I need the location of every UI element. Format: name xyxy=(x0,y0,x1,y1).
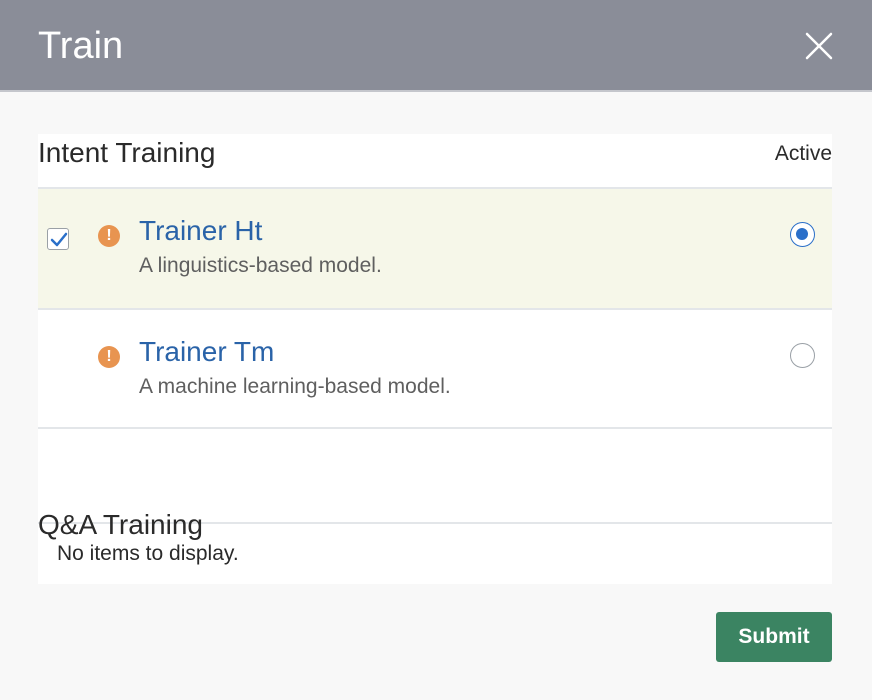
trainer-name[interactable]: Trainer Tm xyxy=(139,335,274,369)
dialog-body: Intent Training Active ! Trainer Ht A li… xyxy=(0,94,872,700)
trainer-description: A machine learning-based model. xyxy=(139,375,451,398)
trainer-row[interactable]: ! Trainer Ht A linguistics-based model. xyxy=(38,189,832,310)
active-column-label: Active xyxy=(774,142,832,165)
qa-training-header: Q&A Training xyxy=(38,472,832,540)
active-radio[interactable] xyxy=(790,343,815,368)
empty-message: No items to display. xyxy=(57,542,239,565)
trainer-description: A linguistics-based model. xyxy=(139,254,382,277)
dialog-title: Train xyxy=(38,25,124,67)
submit-button[interactable]: Submit xyxy=(716,612,832,662)
qa-training-title: Q&A Training xyxy=(38,509,203,540)
dialog-header: Train xyxy=(0,0,872,92)
active-radio[interactable] xyxy=(790,222,815,247)
checkmark-icon xyxy=(50,232,68,247)
trainer-row[interactable]: ! Trainer Tm A machine learning-based mo… xyxy=(38,310,832,429)
close-icon[interactable] xyxy=(803,30,835,62)
warning-icon: ! xyxy=(98,346,120,368)
intent-training-section: Intent Training Active ! Trainer Ht A li… xyxy=(38,134,832,584)
intent-training-title: Intent Training xyxy=(38,137,216,168)
intent-training-header: Intent Training Active xyxy=(38,134,832,189)
trainer-checkbox[interactable] xyxy=(47,228,69,250)
trainer-name[interactable]: Trainer Ht xyxy=(139,214,262,248)
warning-icon: ! xyxy=(98,225,120,247)
